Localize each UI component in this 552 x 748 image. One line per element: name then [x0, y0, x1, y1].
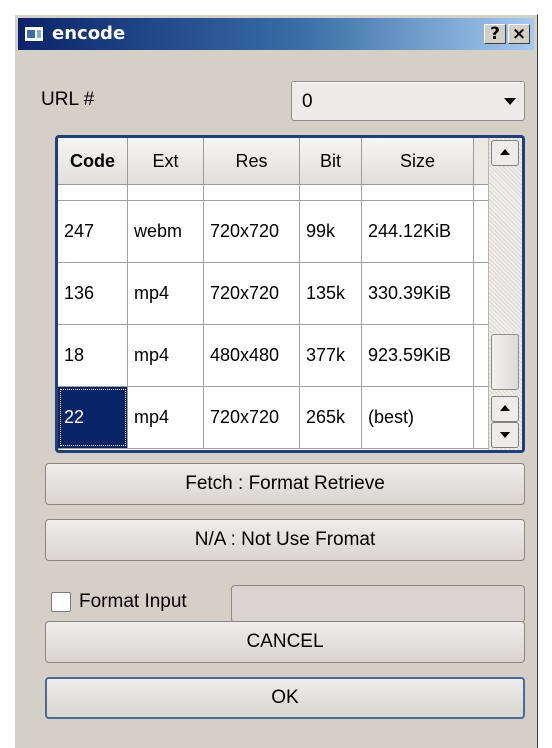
arrow-up-icon [500, 149, 510, 155]
table-row[interactable]: 136 mp4 720x720 135k 330.39KiB [58, 263, 488, 325]
scroll-thumb[interactable] [491, 334, 519, 390]
cell-ext: mp4 [128, 263, 204, 324]
ok-button[interactable]: OK [45, 677, 525, 719]
column-header-ext[interactable]: Ext [128, 138, 204, 184]
cell-res: 720x720 [204, 263, 300, 324]
cell-size: 923.59KiB [362, 325, 474, 386]
scroll-up-button[interactable] [491, 140, 519, 166]
cell-size [362, 185, 474, 200]
window-title: encode [52, 23, 126, 44]
title-bar[interactable]: encode ? × [18, 18, 534, 50]
cell-bit: 377k [300, 325, 362, 386]
vertical-scrollbar[interactable] [488, 138, 522, 450]
cell-bit: 135k [300, 263, 362, 324]
scroll-up-button-lower[interactable] [491, 396, 519, 422]
cell-code: 136 [58, 263, 128, 324]
table-row[interactable] [58, 185, 488, 201]
format-input-label[interactable]: Format Input [79, 591, 187, 613]
cell-bit [300, 185, 362, 200]
arrow-up-icon [500, 405, 510, 411]
close-button[interactable]: × [508, 24, 530, 44]
table-row[interactable]: 18 mp4 480x480 377k 923.59KiB [58, 325, 488, 387]
cell-res: 480x480 [204, 325, 300, 386]
column-header-bit[interactable]: Bit [300, 138, 362, 184]
cell-ext [128, 185, 204, 200]
cell-res [204, 185, 300, 200]
cell-size: 330.39KiB [362, 263, 474, 324]
table-row-selected[interactable]: 22 mp4 720x720 265k (best) [58, 387, 488, 449]
chevron-down-icon[interactable] [504, 98, 516, 105]
cell-res: 720x720 [204, 387, 300, 448]
cell-code-selected: 22 [58, 387, 128, 448]
arrow-down-icon [500, 432, 510, 438]
format-input-checkbox[interactable] [51, 592, 71, 612]
table-row[interactable]: 247 webm 720x720 99k 244.12KiB [58, 201, 488, 263]
cell-code: 247 [58, 201, 128, 262]
table-grid: Code Ext Res Bit Size 247 webm 720x720 9… [58, 138, 488, 450]
column-header-code[interactable]: Code [58, 138, 128, 184]
url-label: URL # [41, 89, 95, 110]
cell-res: 720x720 [204, 201, 300, 262]
url-select[interactable]: 0 [291, 81, 525, 121]
table-header: Code Ext Res Bit Size [58, 138, 488, 185]
cell-bit: 265k [300, 387, 362, 448]
cancel-button[interactable]: CANCEL [45, 621, 525, 663]
cell-ext: webm [128, 201, 204, 262]
fetch-format-button[interactable]: Fetch : Format Retrieve [45, 463, 525, 505]
app-icon [24, 26, 44, 42]
scroll-down-button[interactable] [491, 422, 519, 448]
column-header-res[interactable]: Res [204, 138, 300, 184]
cell-ext: mp4 [128, 387, 204, 448]
cell-code [58, 185, 128, 200]
encode-dialog: encode ? × URL # 0 Code Ext Res Bit Size [14, 14, 538, 748]
column-header-size[interactable]: Size [362, 138, 474, 184]
cell-ext: mp4 [128, 325, 204, 386]
cell-size: 244.12KiB [362, 201, 474, 262]
format-table[interactable]: Code Ext Res Bit Size 247 webm 720x720 9… [55, 135, 525, 453]
not-use-format-button[interactable]: N/A : Not Use Fromat [45, 519, 525, 561]
format-input-field[interactable] [231, 585, 525, 623]
cell-code: 18 [58, 325, 128, 386]
help-button[interactable]: ? [484, 24, 506, 44]
cell-size: (best) [362, 387, 474, 448]
cell-bit: 99k [300, 201, 362, 262]
url-select-value: 0 [302, 91, 313, 112]
